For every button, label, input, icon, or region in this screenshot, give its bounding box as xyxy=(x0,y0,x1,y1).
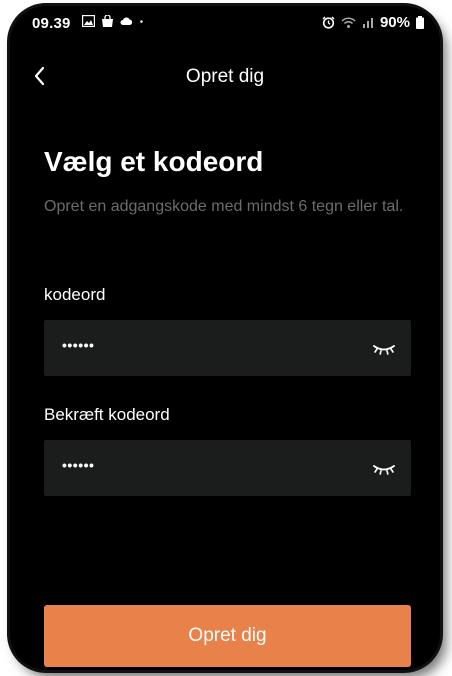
status-system-icons: 90% xyxy=(322,14,424,31)
create-account-button[interactable]: Opret dig xyxy=(44,605,411,667)
phone-screen: 09.39 90% Opret dig Vælg et kodeord Opre… xyxy=(10,6,440,670)
status-time: 09.39 xyxy=(32,15,71,32)
confirm-password-value: •••••• xyxy=(62,457,95,473)
status-bar: 09.39 90% xyxy=(10,6,440,40)
password-field[interactable]: •••••• xyxy=(44,320,411,376)
cloud-icon xyxy=(120,17,133,25)
shopping-bag-icon xyxy=(102,15,113,27)
battery-percent: 90% xyxy=(379,14,410,31)
battery-icon xyxy=(416,16,424,29)
create-account-button-label: Opret dig xyxy=(188,625,267,646)
subtitle: Opret en adgangskode med mindst 6 tegn e… xyxy=(44,198,404,215)
dot-icon xyxy=(140,20,143,23)
nav-bar: Opret dig xyxy=(10,54,440,98)
status-notification-icons xyxy=(82,15,147,27)
eye-closed-icon[interactable] xyxy=(371,458,397,478)
eye-closed-icon[interactable] xyxy=(371,338,397,358)
page-title: Opret dig xyxy=(185,66,265,87)
password-label: kodeord xyxy=(44,285,106,304)
image-icon xyxy=(82,15,95,27)
heading: Vælg et kodeord xyxy=(44,146,264,177)
confirm-password-field[interactable]: •••••• xyxy=(44,440,411,496)
signal-icon xyxy=(362,18,373,28)
confirm-password-label: Bekræft kodeord xyxy=(44,405,170,424)
alarm-icon xyxy=(322,16,335,29)
password-value: •••••• xyxy=(62,337,95,353)
wifi-icon xyxy=(341,17,356,28)
